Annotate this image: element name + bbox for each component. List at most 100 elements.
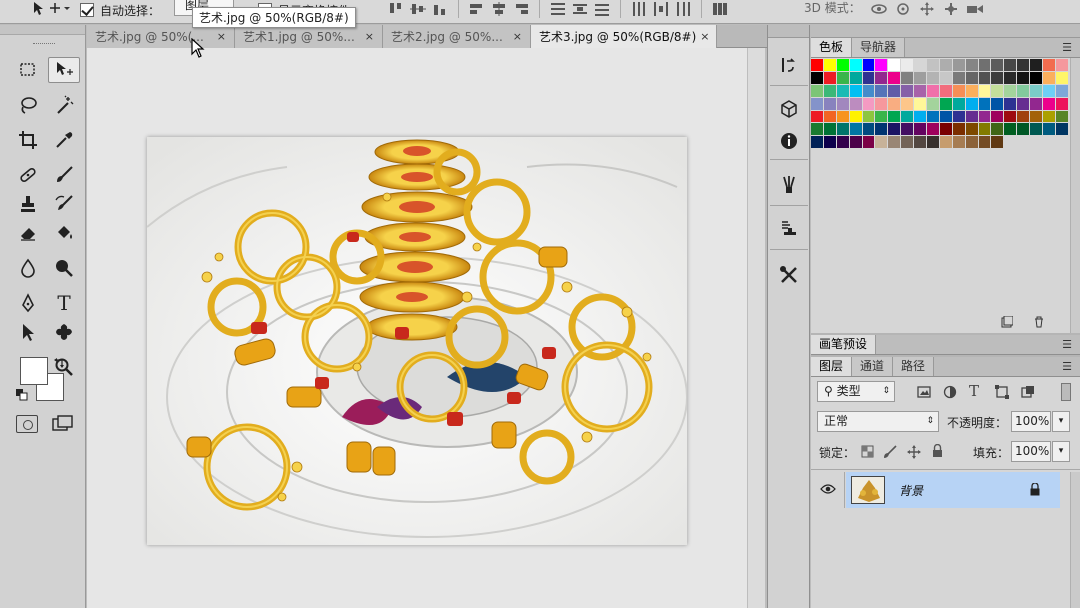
color-swatch[interactable]	[1017, 59, 1031, 72]
color-swatch[interactable]	[823, 123, 837, 137]
color-swatch[interactable]	[901, 59, 915, 72]
color-swatch[interactable]	[888, 84, 902, 98]
filter-pixel-icon[interactable]	[917, 385, 931, 399]
tools-panel-grip[interactable]	[33, 43, 55, 45]
3d-scale-icon[interactable]	[966, 2, 984, 16]
crop-tool[interactable]	[12, 127, 44, 153]
color-swatch[interactable]	[978, 84, 992, 98]
auto-select-checkbox[interactable]	[80, 3, 94, 17]
panel-menu-icon[interactable]: ☰	[1062, 41, 1072, 54]
color-swatch[interactable]	[811, 97, 824, 111]
tab-close-icon[interactable]: ×	[217, 30, 226, 43]
color-swatch[interactable]	[965, 71, 979, 85]
new-swatch-icon[interactable]	[1001, 316, 1013, 328]
color-swatch[interactable]	[927, 97, 940, 111]
color-swatch[interactable]	[927, 59, 940, 72]
color-swatch[interactable]	[823, 59, 837, 72]
align-hcenter-icon[interactable]	[491, 2, 507, 16]
tool-preset-picker[interactable]	[26, 0, 70, 20]
fill-dropdown-button[interactable]: ▾	[1052, 441, 1070, 462]
distribute-vcenter-icon[interactable]	[572, 2, 588, 16]
path-selection-tool[interactable]	[12, 319, 44, 345]
color-swatch[interactable]	[823, 136, 837, 150]
3d-slide-icon[interactable]	[942, 2, 960, 16]
opacity-dropdown-button[interactable]: ▾	[1052, 411, 1070, 432]
color-swatch[interactable]	[1055, 97, 1069, 111]
lock-pixels-icon[interactable]	[883, 445, 897, 459]
3d-roll-icon[interactable]	[894, 2, 912, 16]
color-swatch[interactable]	[952, 59, 966, 72]
history-brush-tool[interactable]	[48, 191, 80, 217]
blur-tool[interactable]	[12, 255, 44, 281]
distribute-bottom-icon[interactable]	[594, 2, 610, 16]
color-swatch[interactable]	[862, 84, 876, 98]
swatches-scrollbar[interactable]	[1070, 58, 1080, 333]
color-swatch[interactable]	[901, 71, 915, 85]
color-swatch[interactable]	[914, 123, 928, 137]
tab-layers[interactable]: 图层	[811, 357, 853, 376]
screen-mode-icon[interactable]	[52, 415, 74, 433]
color-swatch[interactable]	[978, 71, 992, 85]
color-swatch[interactable]	[939, 71, 953, 85]
color-swatch[interactable]	[978, 123, 992, 137]
quick-mask-button[interactable]	[16, 415, 38, 433]
color-swatch[interactable]	[862, 71, 876, 85]
color-swatch[interactable]	[1017, 84, 1031, 98]
color-swatch[interactable]	[978, 110, 992, 124]
dodge-tool[interactable]	[48, 255, 80, 281]
tab-document-3[interactable]: 艺术2.jpg @ 50%... ×	[383, 25, 531, 48]
color-swatch[interactable]	[978, 136, 992, 150]
color-swatch[interactable]	[965, 136, 979, 150]
fill-input[interactable]: 100%	[1011, 441, 1051, 462]
color-swatch[interactable]	[823, 71, 837, 85]
tab-brush-presets[interactable]: 画笔预设	[811, 335, 877, 354]
color-swatch[interactable]	[1017, 71, 1031, 85]
color-swatch[interactable]	[849, 123, 863, 137]
align-bottom-icon[interactable]	[432, 2, 448, 16]
color-swatch[interactable]	[1030, 97, 1044, 111]
color-swatch[interactable]	[811, 136, 824, 150]
color-swatch[interactable]	[901, 97, 915, 111]
color-swatch[interactable]	[927, 123, 940, 137]
color-swatch[interactable]	[901, 123, 915, 137]
color-swatch[interactable]	[914, 136, 928, 150]
color-swatch[interactable]	[875, 110, 889, 124]
color-swatch[interactable]	[991, 59, 1005, 72]
color-swatch[interactable]	[1030, 71, 1044, 85]
color-swatch[interactable]	[862, 97, 876, 111]
color-swatch[interactable]	[1004, 71, 1018, 85]
color-swatch[interactable]	[811, 59, 824, 72]
color-swatch[interactable]	[952, 123, 966, 137]
dock-header[interactable]	[811, 25, 1080, 38]
filter-type-icon[interactable]: T	[969, 382, 979, 400]
color-swatch[interactable]	[914, 110, 928, 124]
color-swatch[interactable]	[1004, 123, 1018, 137]
vertical-scrollbar[interactable]	[747, 48, 765, 608]
history-panel-button[interactable]	[776, 53, 802, 77]
color-swatch[interactable]	[1043, 123, 1056, 137]
lock-all-icon[interactable]	[931, 444, 944, 458]
color-swatch[interactable]	[1055, 84, 1069, 98]
clone-stamp-tool[interactable]	[12, 191, 44, 217]
3d-panel-button[interactable]	[776, 97, 802, 121]
layer-visibility-toggle[interactable]	[811, 472, 845, 508]
color-swatch[interactable]	[939, 136, 953, 150]
paint-bucket-tool[interactable]	[48, 220, 80, 246]
distribute-hcenter-icon[interactable]	[653, 2, 669, 16]
color-swatch[interactable]	[991, 97, 1005, 111]
swap-colors-icon[interactable]	[54, 357, 66, 369]
color-swatch[interactable]	[875, 123, 889, 137]
panel-menu-icon[interactable]: ☰	[1062, 338, 1072, 351]
color-swatch[interactable]	[836, 84, 850, 98]
color-swatch[interactable]	[823, 97, 837, 111]
auto-align-icon[interactable]	[712, 2, 728, 16]
color-swatch[interactable]	[888, 97, 902, 111]
color-swatch[interactable]	[862, 59, 876, 72]
brush-panel-button[interactable]	[776, 173, 802, 197]
color-swatch[interactable]	[862, 136, 876, 150]
tab-paths[interactable]: 路径	[893, 357, 935, 376]
panel-menu-icon[interactable]: ☰	[1062, 360, 1072, 373]
tab-close-icon[interactable]: ×	[700, 30, 709, 43]
color-swatch[interactable]	[1030, 110, 1044, 124]
color-swatch[interactable]	[1004, 59, 1018, 72]
